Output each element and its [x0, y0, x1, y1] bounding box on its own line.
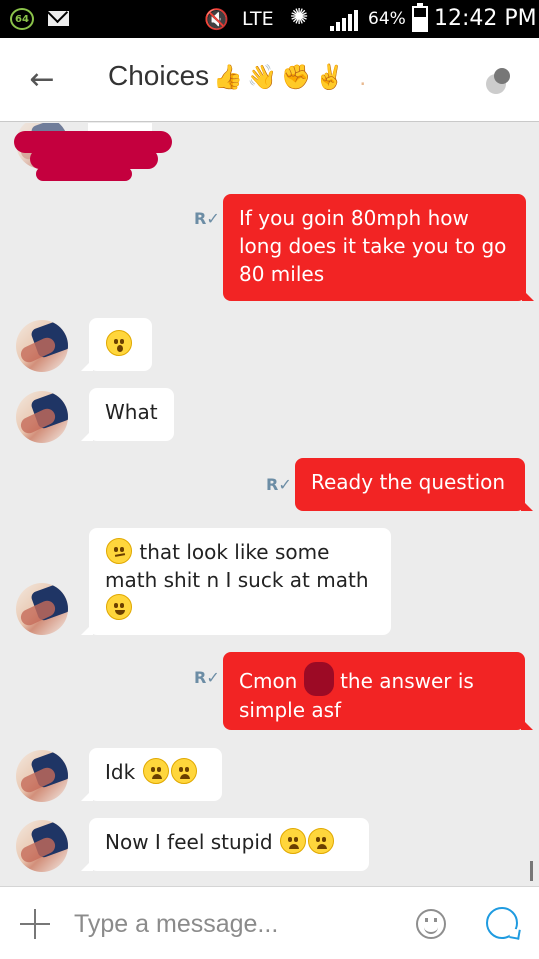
- avatar[interactable]: [16, 820, 68, 872]
- conversation-header: ← Choices 👍👋✊✌ .: [0, 38, 539, 122]
- notification-badge: 64: [10, 8, 34, 30]
- message-bubble-incoming[interactable]: [81, 318, 152, 371]
- read-receipt-icon: R✓: [194, 209, 220, 228]
- message-input[interactable]: [74, 905, 394, 943]
- overflow-icon[interactable]: [482, 66, 512, 96]
- emoji-picker-icon[interactable]: [416, 909, 446, 939]
- avatar[interactable]: [16, 583, 68, 635]
- worried-emoji-icon: [279, 828, 306, 854]
- message-text: What: [105, 400, 158, 424]
- message-bubble-outgoing[interactable]: Ready the question: [295, 458, 533, 511]
- conversation-title[interactable]: Choices 👍👋✊✌ .: [108, 60, 370, 92]
- avatar[interactable]: [16, 750, 68, 802]
- astonished-emoji-icon: [106, 330, 132, 356]
- worried-emoji-icon: [307, 828, 334, 854]
- scrollbar[interactable]: [530, 861, 533, 881]
- signal-icon: [330, 9, 360, 31]
- confused-emoji-icon: [106, 538, 132, 564]
- status-bar: 64 🔇 LTE ✺ 64% 12:42 PM: [0, 0, 539, 38]
- read-receipt-icon: R✓: [194, 668, 220, 687]
- read-receipt-icon: R✓: [266, 475, 292, 494]
- message-bubble-incoming[interactable]: What: [81, 388, 174, 441]
- message-bubble-outgoing[interactable]: If you goin 80mph how long does it take …: [223, 194, 534, 301]
- send-icon[interactable]: [486, 907, 518, 939]
- back-arrow-icon[interactable]: ←: [24, 64, 60, 96]
- message-bubble-outgoing[interactable]: Cmon the answer is simple asf: [223, 652, 533, 730]
- message-text: Idk: [105, 760, 136, 784]
- plus-icon[interactable]: [18, 907, 52, 941]
- sync-icon: ✺: [290, 5, 309, 30]
- redaction-scribble: [30, 149, 158, 169]
- message-bubble-incoming[interactable]: Now I feel stupid: [81, 818, 369, 871]
- weary-emoji-icon: [170, 758, 197, 784]
- message-text: Cmon: [239, 669, 298, 693]
- message-text: that look like some math shit n I suck a…: [105, 540, 330, 592]
- battery-percent: 64%: [368, 9, 406, 29]
- message-list[interactable]: R✓ If you goin 80mph how long does it ta…: [0, 123, 539, 886]
- avatar[interactable]: [16, 320, 68, 372]
- message-bubble-incoming[interactable]: that look like some math shit n I suck a…: [81, 528, 391, 635]
- avatar[interactable]: [16, 391, 68, 443]
- message-bubble-incoming[interactable]: Idk: [81, 748, 222, 801]
- message-text: math: [316, 568, 369, 592]
- mail-icon: [48, 11, 69, 26]
- network-type: LTE: [242, 8, 274, 30]
- contact-name: Choices: [108, 60, 210, 91]
- message-text: Ready the question: [311, 470, 506, 494]
- redaction-scribble: [303, 662, 334, 696]
- battery-icon: [412, 3, 428, 32]
- grinning-emoji-icon: [106, 594, 132, 620]
- weary-emoji-icon: [142, 758, 169, 784]
- mute-icon: 🔇: [204, 7, 229, 31]
- clock: 12:42 PM: [434, 6, 537, 31]
- message-text: If you goin 80mph how long does it take …: [239, 206, 507, 286]
- contact-name-emojis: 👍👋✊✌ .: [213, 64, 371, 91]
- redaction-scribble: [36, 167, 132, 181]
- composer-bar: [0, 886, 539, 959]
- message-text: Now I feel stupid: [105, 830, 273, 854]
